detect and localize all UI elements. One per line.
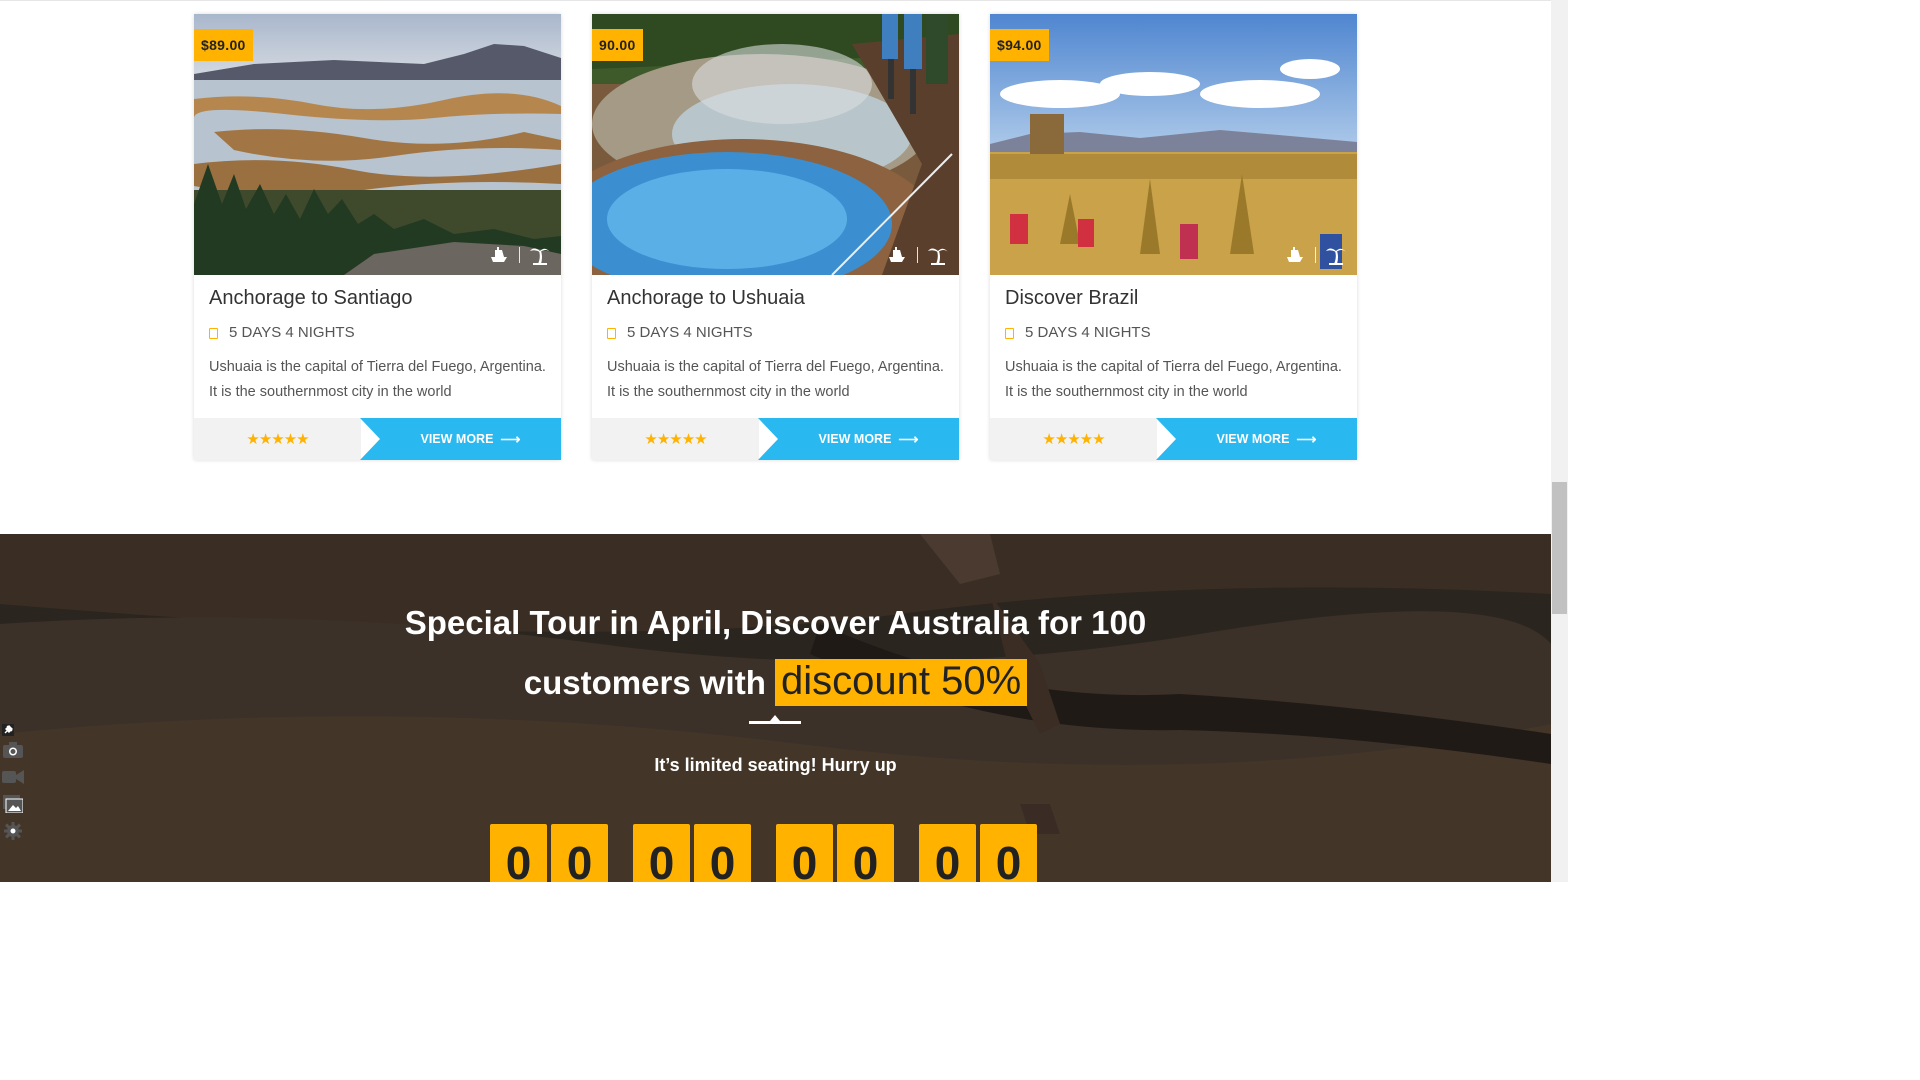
view-more-button[interactable]: VIEW MORE ⟶ — [758, 418, 959, 460]
palm-tree-icon — [529, 245, 551, 265]
view-more-button[interactable]: VIEW MORE ⟶ — [360, 418, 561, 460]
scrollbar-track[interactable] — [1551, 0, 1568, 882]
countdown-digit: 0 — [551, 824, 608, 882]
promo-section: Special Tour in April, Discover Australi… — [0, 534, 1551, 882]
price-badge: $94.00 — [990, 29, 1049, 61]
countdown-digit: 0 — [776, 824, 833, 882]
tour-description: Ushuaia is the capital of Tierra del Fue… — [209, 359, 546, 400]
calendar-icon — [607, 328, 616, 339]
title-divider — [749, 721, 801, 724]
arrow-right-icon: ⟶ — [1296, 430, 1317, 447]
tour-description: Ushuaia is the capital of Tierra del Fue… — [1005, 359, 1342, 400]
boat-icon — [488, 245, 510, 265]
tour-title[interactable]: Anchorage to Santiago — [209, 287, 413, 310]
tour-duration: 5 DAYS 4 NIGHTS — [607, 324, 753, 341]
countdown-digit: 0 — [919, 824, 976, 882]
tour-image[interactable]: 90.00 — [592, 14, 959, 275]
tour-title[interactable]: Anchorage to Ushuaia — [607, 287, 805, 310]
top-divider — [0, 0, 1551, 1]
rating-stars: ★★★★★ — [194, 418, 361, 460]
palm-tree-icon — [927, 245, 949, 265]
boat-icon — [886, 245, 908, 265]
tour-duration: 5 DAYS 4 NIGHTS — [209, 324, 355, 341]
tour-image[interactable]: $94.00 — [990, 14, 1357, 275]
tour-title[interactable]: Discover Brazil — [1005, 287, 1138, 310]
tour-card[interactable]: 90.00 Anchorage to Ushuaia 5 DAYS 4 NIGH… — [592, 14, 959, 460]
view-more-button[interactable]: VIEW MORE ⟶ — [1156, 418, 1357, 460]
gallery-icon[interactable] — [2, 793, 24, 815]
calendar-icon — [209, 328, 218, 339]
pin-icon[interactable] — [2, 724, 24, 736]
countdown-digit: 0 — [837, 824, 894, 882]
boat-icon — [1284, 245, 1306, 265]
price-badge: 90.00 — [592, 29, 643, 61]
tour-card[interactable]: $89.00 Anchorage to Santiago 5 DAYS 4 NI… — [194, 14, 561, 460]
scrollbar-thumb[interactable] — [1552, 482, 1567, 614]
countdown-digit: 0 — [633, 824, 690, 882]
arrow-right-icon: ⟶ — [500, 430, 521, 447]
rating-stars: ★★★★★ — [592, 418, 759, 460]
tour-image[interactable]: $89.00 — [194, 14, 561, 275]
tour-description: Ushuaia is the capital of Tierra del Fue… — [607, 359, 944, 400]
discount-highlight: discount 50% — [775, 659, 1028, 706]
countdown-digit: 0 — [490, 824, 547, 882]
video-icon[interactable] — [2, 766, 24, 788]
rating-stars: ★★★★★ — [990, 418, 1157, 460]
tour-card[interactable]: $94.00 Discover Brazil 5 DAYS 4 NIGHTS U… — [990, 14, 1357, 460]
promo-title: Special Tour in April, Discover Australi… — [0, 594, 1551, 712]
price-badge: $89.00 — [194, 29, 253, 61]
palm-tree-icon — [1325, 245, 1347, 265]
tour-duration: 5 DAYS 4 NIGHTS — [1005, 324, 1151, 341]
settings-icon[interactable] — [2, 820, 24, 842]
promo-subtitle: It’s limited seating! Hurry up — [654, 755, 897, 775]
arrow-right-icon: ⟶ — [898, 430, 919, 447]
countdown-digit: 0 — [980, 824, 1037, 882]
countdown-digit: 0 — [694, 824, 751, 882]
calendar-icon — [1005, 328, 1014, 339]
camera-icon[interactable] — [2, 739, 24, 761]
side-toolbar — [2, 724, 26, 847]
